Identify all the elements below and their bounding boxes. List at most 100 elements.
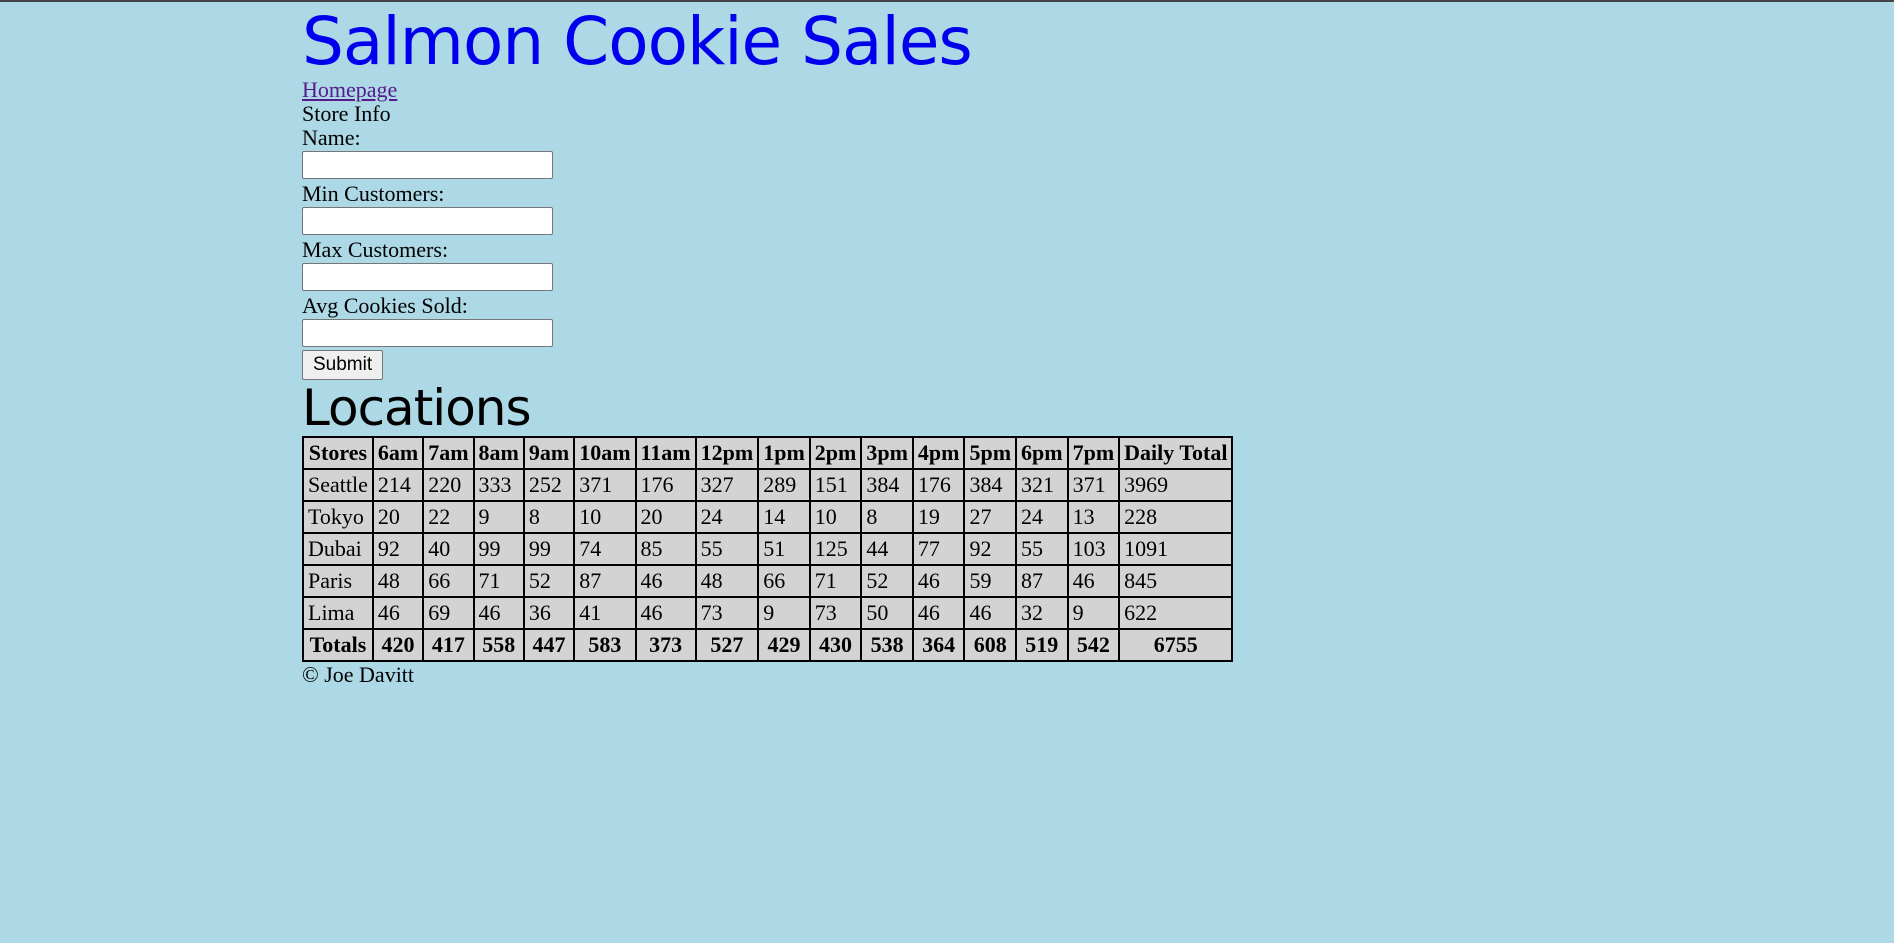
table-cell: 48 (371, 564, 425, 598)
store-info-form: Store Info Name: Min Customers: Max Cust… (302, 102, 1233, 380)
totals-cell: 542 (1066, 628, 1121, 662)
table-cell: 73 (694, 596, 760, 630)
table-cell: 27 (963, 500, 1018, 534)
table-cell: 52 (860, 564, 914, 598)
table-cell: 66 (757, 564, 811, 598)
totals-cell: 6755 (1118, 628, 1234, 662)
table-cell: 252 (522, 468, 576, 502)
table-cell: 384 (860, 468, 914, 502)
table-cell: 92 (963, 532, 1018, 566)
table-cell: 59 (963, 564, 1018, 598)
table-cell: 46 (963, 596, 1018, 630)
totals-cell: 558 (472, 628, 525, 662)
table-cell: 52 (522, 564, 576, 598)
column-header-2pm: 2pm (808, 436, 863, 470)
table-cell: 845 (1118, 564, 1234, 598)
totals-cell: 429 (757, 628, 811, 662)
column-header-10am: 10am (573, 436, 637, 470)
column-header-8am: 8am (472, 436, 525, 470)
table-cell: 22 (422, 500, 475, 534)
column-header-6am: 6am (371, 436, 425, 470)
table-cell: 327 (694, 468, 760, 502)
avg-cookies-field[interactable] (302, 319, 553, 347)
totals-cell: 583 (573, 628, 637, 662)
table-cell: 24 (694, 500, 760, 534)
table-cell: 99 (472, 532, 525, 566)
table-cell: 48 (694, 564, 760, 598)
form-legend: Store Info (302, 101, 391, 126)
table-cell: 46 (911, 596, 966, 630)
table-row: Tokyo 20 22 9 8 10 20 24 14 10 8 19 27 2… (302, 500, 1234, 534)
table-cell: Seattle (302, 468, 374, 502)
table-cell: 384 (963, 468, 1018, 502)
submit-button[interactable]: Submit (302, 350, 384, 380)
table-cell: 9 (1066, 596, 1121, 630)
table-cell: 214 (371, 468, 425, 502)
table-cell: 46 (1066, 564, 1121, 598)
column-header-11am: 11am (634, 436, 697, 470)
table-cell: 228 (1118, 500, 1234, 534)
homepage-link[interactable]: Homepage (302, 78, 1233, 102)
max-customers-label: Max Customers: (302, 237, 449, 262)
copyright-text: © Joe Davitt (302, 662, 415, 687)
name-field[interactable] (302, 151, 553, 179)
table-cell: 87 (573, 564, 637, 598)
table-cell: 10 (808, 500, 863, 534)
table-cell: 14 (757, 500, 811, 534)
table-cell: 8 (522, 500, 576, 534)
totals-cell: Totals (302, 628, 374, 662)
table-cell: 333 (472, 468, 525, 502)
table-cell: 74 (573, 532, 637, 566)
table-cell: 44 (860, 532, 914, 566)
column-header-5pm: 5pm (963, 436, 1018, 470)
table-row: Lima 46 69 46 36 41 46 73 9 73 50 46 46 … (302, 596, 1234, 630)
totals-cell: 527 (694, 628, 760, 662)
table-cell: 77 (911, 532, 966, 566)
totals-cell: 417 (422, 628, 475, 662)
table-cell: 66 (422, 564, 475, 598)
table-cell: 92 (371, 532, 425, 566)
table-cell: 176 (911, 468, 966, 502)
table-cell: 176 (634, 468, 697, 502)
table-cell: 20 (371, 500, 425, 534)
column-header-1pm: 1pm (757, 436, 811, 470)
totals-cell: 538 (860, 628, 914, 662)
table-cell: 24 (1015, 500, 1069, 534)
column-header-4pm: 4pm (911, 436, 966, 470)
table-cell: 19 (911, 500, 966, 534)
column-header-3pm: 3pm (860, 436, 914, 470)
max-customers-field[interactable] (302, 263, 553, 291)
table-cell: 46 (911, 564, 966, 598)
table-row: Seattle 214 220 333 252 371 176 327 289 … (302, 468, 1234, 502)
column-header-6pm: 6pm (1015, 436, 1069, 470)
totals-cell: 364 (911, 628, 966, 662)
table-cell: 69 (422, 596, 475, 630)
table-cell: 99 (522, 532, 576, 566)
page-title: Salmon Cookie Sales (302, 3, 973, 80)
table-cell: 41 (573, 596, 637, 630)
table-cell: 87 (1015, 564, 1069, 598)
table-cell: 289 (757, 468, 811, 502)
totals-cell: 420 (371, 628, 425, 662)
table-cell: 125 (808, 532, 863, 566)
name-label: Name: (302, 125, 361, 150)
table-cell: 46 (634, 564, 697, 598)
table-cell: 371 (1066, 468, 1121, 502)
footer: © Joe Davitt (302, 662, 1233, 688)
table-cell: 36 (522, 596, 576, 630)
page-container: Salmon Cookie Sales Homepage Store Info … (302, 0, 1234, 688)
main-nav: Homepage (302, 78, 1233, 102)
locations-heading: Locations (302, 379, 532, 437)
min-customers-field[interactable] (302, 207, 553, 235)
totals-cell: 373 (634, 628, 697, 662)
table-cell: 46 (634, 596, 697, 630)
min-customers-label: Min Customers: (302, 181, 445, 206)
table-cell: 13 (1066, 500, 1121, 534)
table-cell: 50 (860, 596, 914, 630)
table-cell: 151 (808, 468, 863, 502)
table-cell: 73 (808, 596, 863, 630)
table-cell: 622 (1118, 596, 1234, 630)
totals-row: Totals 420 417 558 447 583 373 527 429 4… (302, 628, 1234, 662)
totals-cell: 519 (1015, 628, 1069, 662)
totals-cell: 447 (522, 628, 576, 662)
